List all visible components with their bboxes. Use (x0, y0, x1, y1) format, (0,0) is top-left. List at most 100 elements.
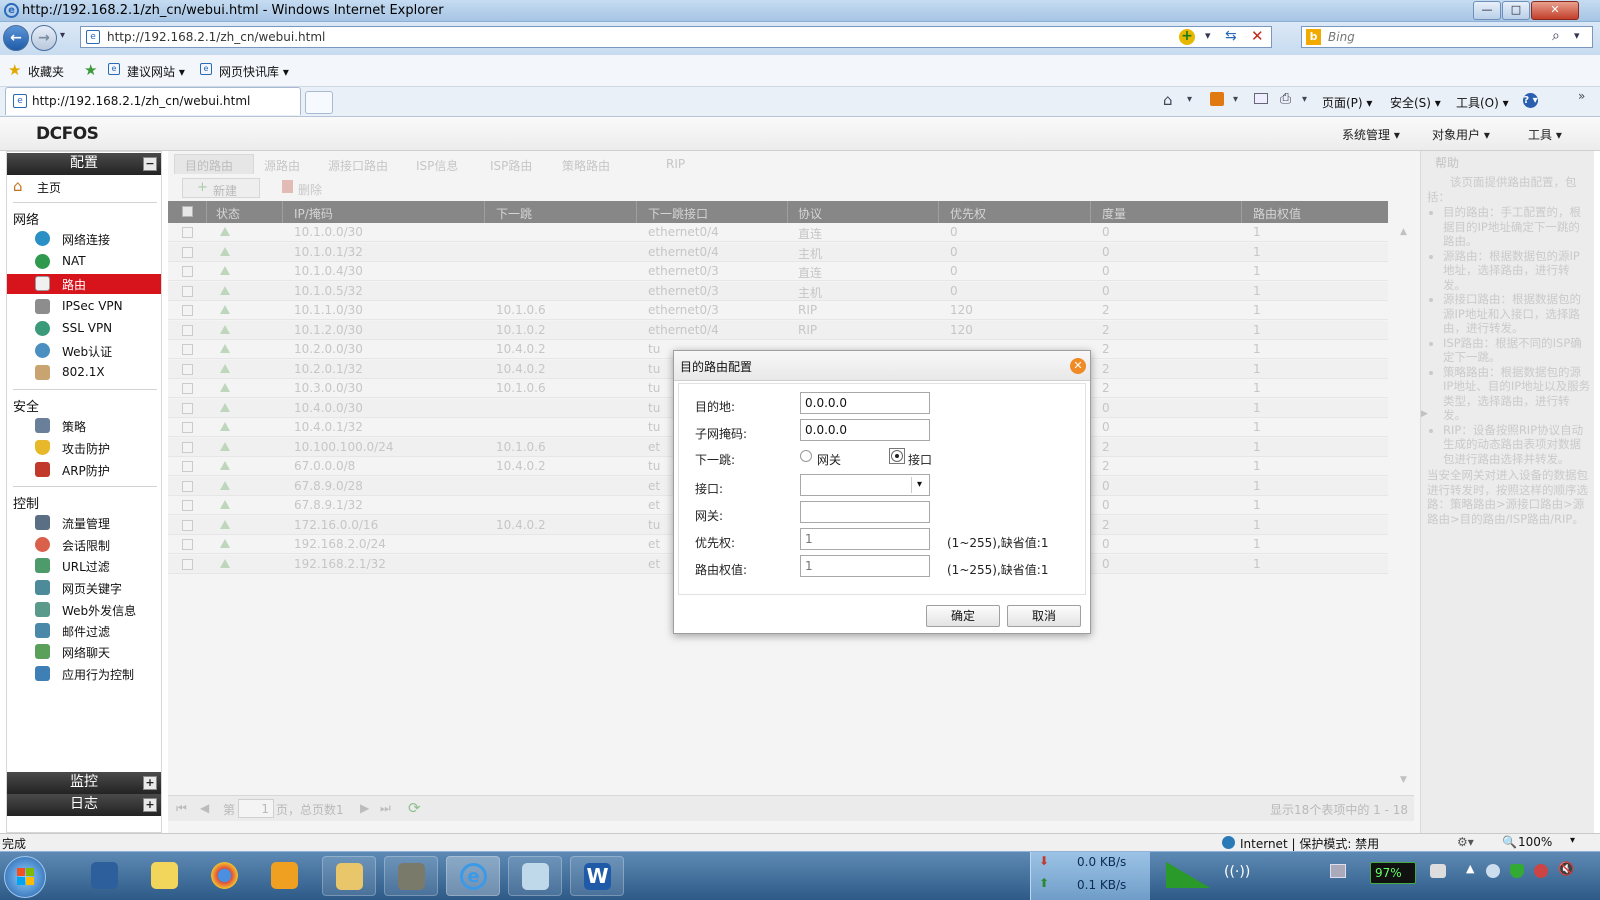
power-icon[interactable] (1430, 864, 1446, 878)
forward-button[interactable]: → (31, 25, 57, 51)
signal-strength-icon[interactable] (1166, 862, 1210, 888)
search-field[interactable]: b Bing ⌕ ▾ (1301, 26, 1593, 48)
taskbar: e W ⬇ 0.0 KB/s ⬆ 0.1 KB/s ((·)) 97% ▲ 🔇 (0, 851, 1600, 900)
sidebar-item-label: URL过滤 (62, 560, 110, 574)
tray-icon-3[interactable] (1534, 864, 1548, 878)
browser-tab[interactable]: e http://192.168.2.1/zh_cn/webui.html (5, 87, 301, 115)
wireless-icon[interactable]: ((·)) (1224, 864, 1250, 880)
sidebar-item-traffic[interactable]: 流量管理 (7, 513, 161, 533)
expand-icon[interactable]: + (143, 776, 157, 790)
volume-icon[interactable]: 🔇 (1558, 862, 1574, 877)
browser-tab-row: e http://192.168.2.1/zh_cn/webui.html ⌂ … (0, 87, 1600, 117)
app-tools-menu[interactable]: 工具 ▾ (1528, 126, 1562, 143)
battery-indicator[interactable]: 97% (1370, 862, 1416, 884)
new-tab-button[interactable] (305, 91, 333, 114)
feeds-dropdown-icon[interactable]: ▾ (1233, 94, 1238, 105)
page-menu[interactable]: 页面(P) ▾ (1322, 94, 1372, 111)
taskbar-editor[interactable] (508, 856, 562, 896)
sidebar-item-ssl-vpn[interactable]: SSL VPN (7, 319, 161, 339)
taskbar-word[interactable]: W (570, 856, 624, 896)
favorites-button[interactable]: 收藏夹 (28, 63, 64, 80)
sidebar-item-8021x[interactable]: 802.1X (7, 363, 161, 383)
sidebar-item-im[interactable]: 网络聊天 (7, 642, 161, 662)
minimize-button[interactable]: — (1473, 1, 1501, 20)
home-dropdown-icon[interactable]: ▾ (1187, 94, 1192, 105)
suggested-sites-button[interactable]: 建议网站 ▾ (127, 63, 185, 80)
sidebar-item-url-filter[interactable]: URL过滤 (7, 556, 161, 576)
sidebar-item-arp-defense[interactable]: ARP防护 (7, 460, 161, 480)
tray-icon-1[interactable] (1486, 864, 1500, 878)
sidebar-item-attack-defense[interactable]: 攻击防护 (7, 438, 161, 458)
sidebar-item-web-keyword[interactable]: 网页关键字 (7, 578, 161, 598)
taskbar-app[interactable] (384, 856, 438, 896)
history-dropdown-icon[interactable]: ▾ (60, 30, 65, 41)
tools-menu[interactable]: 工具(O) ▾ (1456, 94, 1509, 111)
keyboard-icon[interactable] (1330, 864, 1346, 878)
gateway-radio[interactable] (800, 450, 812, 462)
taskbar-computer[interactable] (78, 856, 132, 896)
sidebar-item-session-limit[interactable]: 会话限制 (7, 535, 161, 555)
back-button[interactable]: ← (3, 25, 29, 51)
compat-view-icon[interactable]: + (1179, 29, 1195, 45)
taskbar-ie[interactable]: e (446, 856, 500, 896)
maximize-button[interactable]: □ (1502, 1, 1530, 20)
cancel-button[interactable]: 取消 (1007, 605, 1081, 627)
taskbar-outlook[interactable] (258, 856, 312, 896)
sidebar-item-web-auth[interactable]: Web认证 (7, 341, 161, 361)
show-hidden-icons[interactable]: ▲ (1466, 862, 1474, 875)
taskbar-notes[interactable] (138, 856, 192, 896)
sidebar-item-policy[interactable]: 策略 (7, 416, 161, 436)
print-icon[interactable]: ⎙ (1280, 91, 1291, 107)
sidebar-item-mail-filter[interactable]: 邮件过滤 (7, 621, 161, 641)
address-dropdown-icon[interactable]: ▾ (1205, 29, 1211, 42)
search-options-icon[interactable]: ▾ (1574, 29, 1580, 42)
add-favorite-icon[interactable]: ★ (84, 61, 97, 79)
route-weight-input[interactable] (800, 555, 930, 577)
log-header[interactable]: 日志 + (7, 794, 161, 816)
chevron-down-icon[interactable]: ▾ (911, 477, 927, 493)
priority-input[interactable] (800, 528, 930, 550)
interface-select[interactable]: ▾ (800, 474, 930, 496)
interface-radio[interactable] (891, 450, 903, 462)
config-header[interactable]: 配置 − (7, 153, 161, 175)
subnet-mask-input[interactable]: 0.0.0.0 (800, 419, 930, 441)
sidebar-item-ipsec-vpn[interactable]: IPSec VPN (7, 297, 161, 317)
monitor-header[interactable]: 监控 + (7, 772, 161, 794)
collapse-icon[interactable]: − (143, 157, 157, 171)
expand-icon[interactable]: + (143, 798, 157, 812)
taskbar-explorer[interactable] (322, 856, 376, 896)
more-commands-icon[interactable]: » (1578, 89, 1585, 103)
mail-icon[interactable] (1254, 93, 1268, 104)
close-window-button[interactable]: ✕ (1531, 1, 1579, 20)
zoom-level[interactable]: 100% (1518, 835, 1552, 849)
sidebar-item-nat[interactable]: NAT (7, 252, 161, 272)
taskbar-chrome[interactable] (198, 856, 252, 896)
stop-icon[interactable]: ✕ (1251, 27, 1264, 45)
print-dropdown-icon[interactable]: ▾ (1302, 94, 1307, 105)
web-slice-gallery-button[interactable]: 网页快讯库 ▾ (219, 63, 289, 80)
sidebar-item-home[interactable]: ⌂ 主页 (7, 177, 161, 197)
feeds-icon[interactable] (1210, 92, 1224, 106)
ok-button[interactable]: 确定 (926, 605, 1000, 627)
dialog-close-icon[interactable]: ✕ (1070, 358, 1086, 374)
protected-mode-icon[interactable]: ⚙▾ (1457, 835, 1474, 849)
tray-shield-icon[interactable] (1510, 864, 1524, 878)
sidebar-item-web-posting[interactable]: Web外发信息 (7, 600, 161, 620)
home-icon[interactable]: ⌂ (1163, 91, 1173, 109)
sidebar-item-routing[interactable]: 路由 (7, 274, 161, 294)
system-management-menu[interactable]: 系统管理 ▾ (1342, 126, 1400, 143)
refresh-icon[interactable]: ⇆ (1225, 28, 1237, 44)
sidebar-item-network-connection[interactable]: 网络连接 (7, 229, 161, 249)
sidebar-item-app-control[interactable]: 应用行为控制 (7, 664, 161, 684)
start-button[interactable] (4, 856, 46, 898)
destination-input[interactable]: 0.0.0.0 (800, 392, 930, 414)
help-icon[interactable]: ? ▾ (1523, 93, 1538, 108)
address-field[interactable]: e http://192.168.2.1/zh_cn/webui.html + … (80, 26, 1272, 48)
windows-logo-part (17, 877, 25, 885)
security-zone[interactable]: Internet | 保护模式: 禁用 (1240, 835, 1379, 852)
safety-menu[interactable]: 安全(S) ▾ (1390, 94, 1441, 111)
gateway-input[interactable] (800, 501, 930, 523)
search-icon[interactable]: ⌕ (1552, 28, 1560, 44)
object-user-menu[interactable]: 对象用户 ▾ (1432, 126, 1490, 143)
zoom-dropdown-icon[interactable]: ▾ (1570, 835, 1575, 846)
